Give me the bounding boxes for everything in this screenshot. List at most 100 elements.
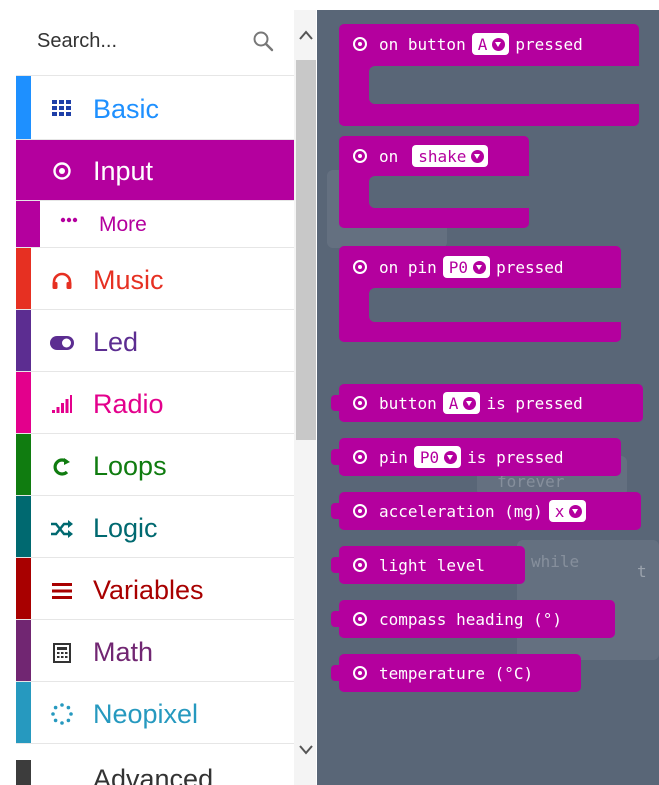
dropdown-value: shake bbox=[418, 146, 467, 166]
block-text: pin bbox=[379, 447, 408, 467]
dropdown-arrow-icon bbox=[473, 260, 487, 274]
category-color-bar bbox=[16, 76, 31, 139]
radio-target-icon bbox=[50, 159, 74, 183]
input-block-icon bbox=[353, 558, 367, 572]
input-block-icon bbox=[353, 149, 367, 163]
scroll-up-icon[interactable] bbox=[299, 30, 313, 40]
lines-icon bbox=[50, 579, 74, 603]
block-temperature[interactable]: temperature (°C) bbox=[331, 654, 581, 692]
button-dropdown[interactable]: A bbox=[471, 33, 510, 55]
category-color-bar bbox=[16, 760, 31, 785]
output-connector bbox=[331, 449, 340, 465]
block-text: acceleration (mg) bbox=[379, 501, 543, 521]
category-color-bar bbox=[16, 558, 31, 619]
scroll-down-icon[interactable] bbox=[299, 745, 313, 755]
category-color-bar bbox=[16, 496, 31, 557]
category-radio[interactable]: Radio bbox=[16, 372, 294, 434]
block-text: pressed bbox=[496, 257, 564, 277]
dimension-dropdown[interactable]: x bbox=[548, 500, 587, 522]
more-label: More bbox=[99, 213, 147, 236]
category-neopixel[interactable]: Neopixel bbox=[16, 682, 294, 744]
shuffle-icon bbox=[50, 517, 74, 541]
calculator-icon bbox=[50, 641, 74, 665]
input-block-icon bbox=[353, 260, 367, 274]
block-text: is pressed bbox=[486, 393, 583, 413]
dropdown-arrow-icon bbox=[471, 149, 485, 163]
ghost-text: while bbox=[531, 552, 580, 571]
block-light-level[interactable]: light level bbox=[331, 546, 525, 584]
pin-dropdown[interactable]: P0 bbox=[413, 446, 462, 468]
category-input-more[interactable]: More bbox=[16, 201, 294, 248]
category-label: Math bbox=[93, 637, 154, 667]
dropdown-value: P0 bbox=[419, 447, 440, 467]
block-on-gesture[interactable]: on shake bbox=[339, 136, 529, 228]
toggle-icon bbox=[50, 331, 74, 355]
category-led[interactable]: Led bbox=[16, 310, 294, 372]
dropdown-arrow-icon bbox=[463, 396, 477, 410]
headphones-icon bbox=[50, 269, 74, 293]
input-block-icon bbox=[353, 666, 367, 680]
category-basic[interactable]: Basic bbox=[16, 76, 294, 140]
category-label: Logic bbox=[93, 513, 158, 543]
category-label: Music bbox=[93, 265, 164, 295]
input-block-icon bbox=[353, 450, 367, 464]
category-label: Basic bbox=[93, 94, 160, 124]
search-input[interactable]: Search... bbox=[37, 30, 117, 53]
output-connector bbox=[331, 503, 340, 519]
category-color-bar bbox=[16, 372, 31, 433]
category-color-bar bbox=[16, 201, 40, 247]
category-label: Loops bbox=[93, 451, 167, 481]
block-text: light level bbox=[379, 555, 485, 575]
block-pin-is-pressed[interactable]: pin P0 is pressed bbox=[331, 438, 621, 476]
gesture-dropdown[interactable]: shake bbox=[412, 145, 489, 167]
block-on-button-pressed[interactable]: on button A pressed bbox=[339, 24, 639, 126]
block-text: pressed bbox=[515, 34, 583, 54]
toolbox: Search... Basic Input More Music Led Rad… bbox=[16, 10, 294, 785]
category-color-bar bbox=[16, 682, 31, 743]
output-connector bbox=[331, 557, 340, 573]
block-text: is pressed bbox=[467, 447, 564, 467]
block-text: temperature (°C) bbox=[379, 663, 534, 683]
block-text: on pin bbox=[379, 257, 437, 277]
block-compass-heading[interactable]: compass heading (°) bbox=[331, 600, 615, 638]
category-label: Neopixel bbox=[93, 699, 199, 729]
block-statement-slot bbox=[369, 176, 529, 208]
category-label: Radio bbox=[93, 389, 164, 419]
block-on-pin-pressed[interactable]: on pin P0 pressed bbox=[339, 246, 621, 342]
dropdown-value: P0 bbox=[448, 257, 469, 277]
category-variables[interactable]: Variables bbox=[16, 558, 294, 620]
block-acceleration[interactable]: acceleration (mg) x bbox=[331, 492, 641, 530]
dropdown-arrow-icon bbox=[569, 504, 583, 518]
category-color-bar bbox=[16, 434, 31, 495]
category-input[interactable]: Input bbox=[16, 140, 294, 201]
category-label: Input bbox=[93, 156, 154, 186]
input-block-icon bbox=[353, 37, 367, 51]
dropdown-arrow-icon bbox=[492, 37, 506, 51]
block-text: compass heading (°) bbox=[379, 609, 563, 629]
block-button-is-pressed[interactable]: button A is pressed bbox=[331, 384, 643, 422]
more-dots-icon bbox=[60, 217, 78, 223]
search-box[interactable]: Search... bbox=[16, 10, 294, 76]
category-label: Led bbox=[93, 327, 139, 357]
scrollbar-thumb[interactable] bbox=[296, 60, 316, 440]
block-text: on button bbox=[379, 34, 466, 54]
input-block-icon bbox=[353, 396, 367, 410]
pin-dropdown[interactable]: P0 bbox=[442, 256, 491, 278]
button-dropdown[interactable]: A bbox=[442, 392, 481, 414]
blocks-workspace[interactable]: start forever while t on button A presse… bbox=[317, 10, 659, 785]
block-text: on bbox=[379, 146, 399, 166]
category-music[interactable]: Music bbox=[16, 248, 294, 310]
category-advanced[interactable]: Advanced bbox=[16, 760, 294, 785]
dropdown-value: A bbox=[477, 34, 488, 54]
category-color-bar bbox=[16, 310, 31, 371]
output-connector bbox=[331, 665, 340, 681]
category-math[interactable]: Math bbox=[16, 620, 294, 682]
category-logic[interactable]: Logic bbox=[16, 496, 294, 558]
category-loops[interactable]: Loops bbox=[16, 434, 294, 496]
block-statement-slot bbox=[369, 66, 639, 104]
input-block-icon bbox=[353, 612, 367, 626]
dropdown-value: A bbox=[448, 393, 459, 413]
dropdown-value: x bbox=[554, 501, 565, 521]
signal-bars-icon bbox=[50, 392, 74, 416]
search-icon[interactable] bbox=[252, 30, 274, 52]
